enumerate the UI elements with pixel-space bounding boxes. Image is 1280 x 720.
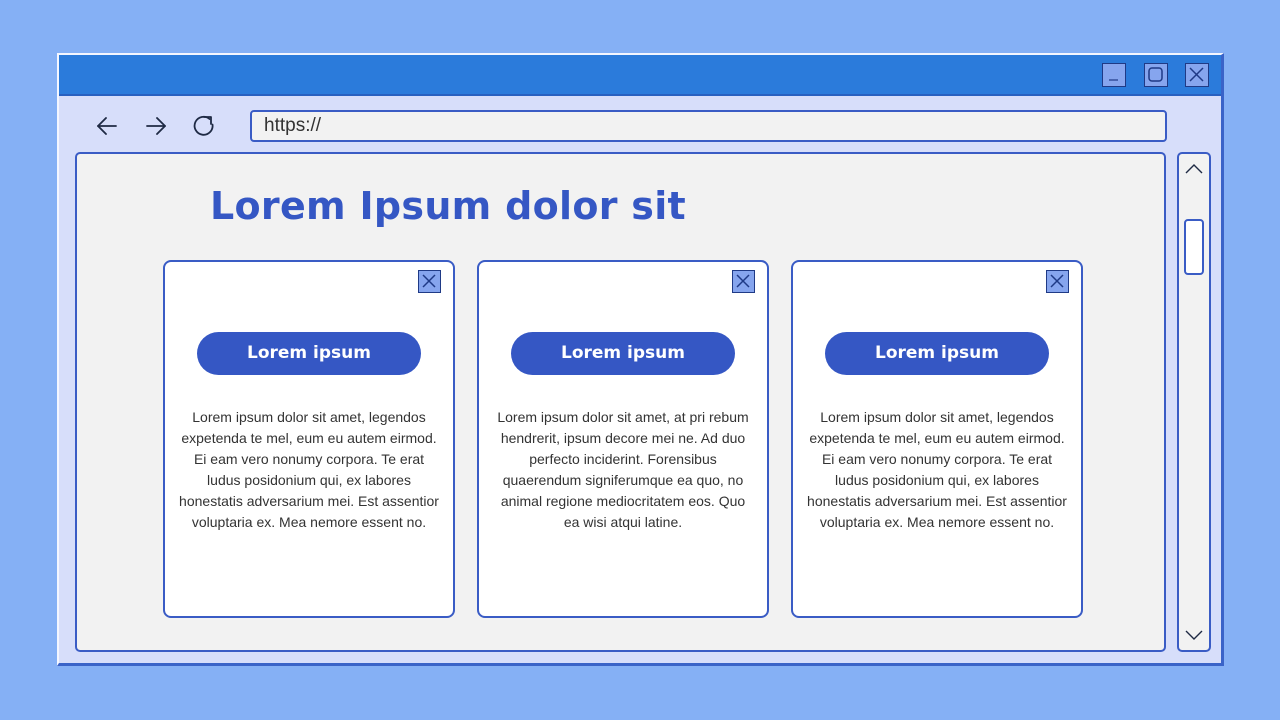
chevron-up-icon — [1185, 164, 1203, 174]
card-close-button[interactable] — [1046, 270, 1069, 293]
arrow-right-icon — [146, 117, 166, 135]
card-body-text: Lorem ipsum dolor sit amet, legendos exp… — [179, 409, 439, 530]
close-icon — [1189, 67, 1204, 82]
close-icon — [736, 274, 750, 288]
forward-button[interactable] — [142, 112, 170, 140]
card-body-text: Lorem ipsum dolor sit amet, at pri rebum… — [497, 409, 749, 530]
card-body-text: Lorem ipsum dolor sit amet, legendos exp… — [807, 409, 1067, 530]
window-close-button[interactable] — [1185, 63, 1209, 87]
address-text: https:// — [264, 115, 322, 136]
card: Lorem ipsum Lorem ipsum dolor sit amet, … — [791, 260, 1083, 618]
scroll-up-button[interactable] — [1184, 159, 1204, 179]
browser-window: https:// Lorem Ipsum dolor sit Lorem ips… — [57, 53, 1224, 666]
address-bar[interactable]: https:// — [250, 110, 1167, 142]
back-button[interactable] — [93, 112, 121, 140]
maximize-button[interactable] — [1144, 63, 1168, 87]
minimize-button[interactable] — [1102, 63, 1126, 87]
scroll-thumb[interactable] — [1184, 219, 1204, 275]
chevron-down-icon — [1185, 630, 1203, 640]
card: Lorem ipsum Lorem ipsum dolor sit amet, … — [477, 260, 769, 618]
title-bar[interactable] — [59, 55, 1221, 96]
card-action-button[interactable]: Lorem ipsum — [511, 332, 735, 375]
card-action-button[interactable]: Lorem ipsum — [825, 332, 1049, 375]
reload-button[interactable] — [190, 112, 218, 140]
card-close-button[interactable] — [732, 270, 755, 293]
minimize-icon — [1109, 79, 1118, 81]
page-title: Lorem Ipsum dolor sit — [210, 184, 687, 228]
page-content: Lorem Ipsum dolor sit Lorem ipsum Lorem … — [75, 152, 1166, 652]
card: Lorem ipsum Lorem ipsum dolor sit amet, … — [163, 260, 455, 618]
close-icon — [1050, 274, 1064, 288]
card-close-button[interactable] — [418, 270, 441, 293]
scroll-down-button[interactable] — [1184, 625, 1204, 645]
vertical-scrollbar[interactable] — [1177, 152, 1211, 652]
maximize-icon — [1148, 67, 1163, 82]
close-icon — [422, 274, 436, 288]
arrow-left-icon — [97, 117, 117, 135]
refresh-icon — [193, 115, 214, 136]
card-action-button[interactable]: Lorem ipsum — [197, 332, 421, 375]
